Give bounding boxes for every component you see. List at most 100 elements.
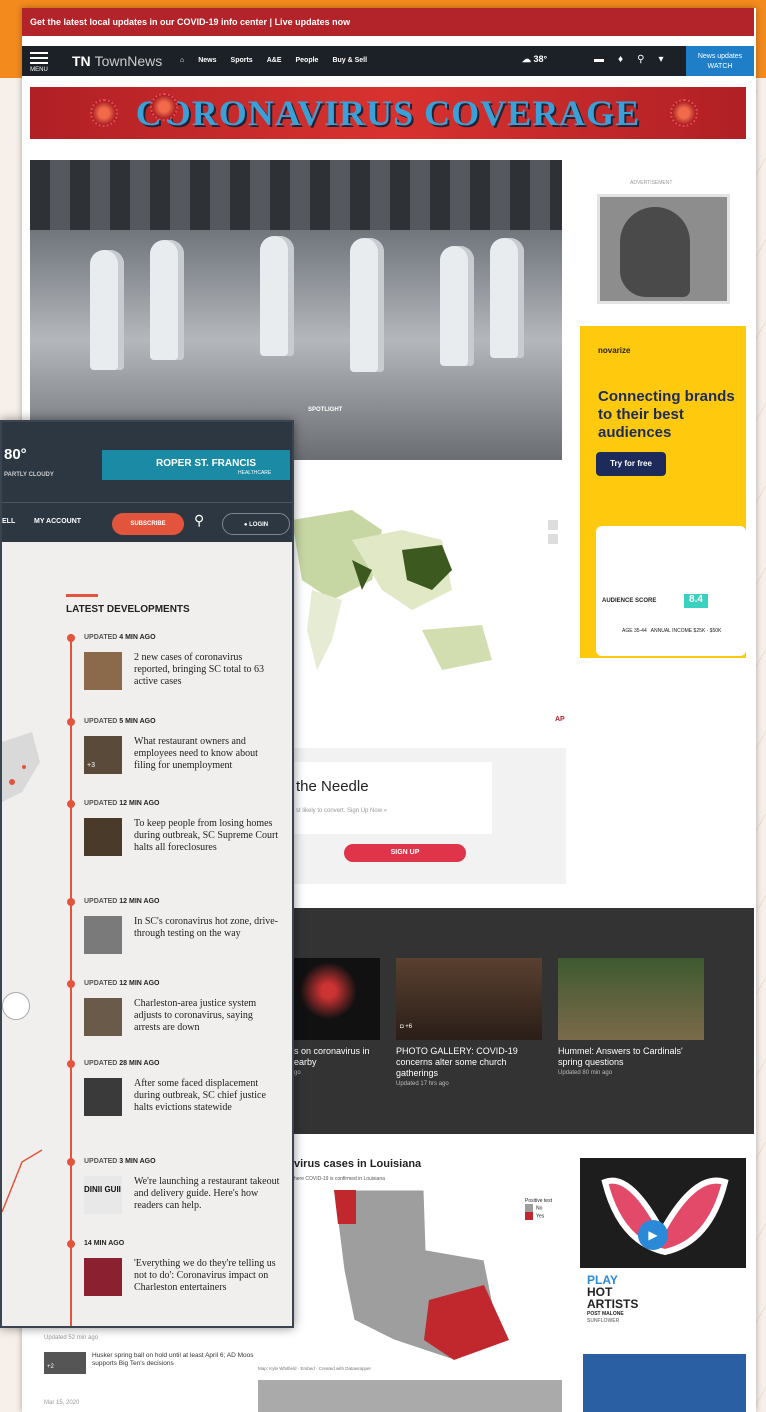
gallery-item-2[interactable]: PHOTO GALLERY: COVID-19 concerns alter s… [396,1046,546,1090]
gallery-item-1[interactable]: s on coronavirus in earby go [294,1046,384,1079]
timeline-headline[interactable]: In SC's coronavirus hot zone, drive-thro… [134,916,280,940]
covid-alert-bar[interactable]: Get the latest local updates in our COVI… [22,8,754,36]
list-headline[interactable]: Husker spring ball on hold until at leas… [92,1352,262,1368]
bottom-image[interactable] [258,1380,562,1412]
sponsor-sub: HEALTHCARE [238,470,272,476]
bell-icon[interactable]: ♦ [618,54,623,65]
gallery-thumb-virus[interactable] [294,958,380,1040]
subscribe-button[interactable]: SUBSCRIBE [112,513,184,535]
menu-button[interactable]: MENU [30,52,48,73]
timeline-headline[interactable]: We're launching a restaurant takeout and… [134,1176,280,1212]
needle-ad[interactable]: the Needle st likely to convert. Sign Up… [292,748,566,884]
trend-line [2,1149,43,1213]
timeline-headline[interactable]: 'Everything we do they're telling us not… [134,1258,280,1294]
timeline-updated: 14 MIN AGO [84,1240,124,1247]
video-ad[interactable]: ▶ PLAY HOT ARTISTS POST MALONE SUNFLOWER [580,1158,746,1338]
timeline-headline[interactable]: 2 new cases of coronavirus reported, bri… [134,652,280,688]
timeline-updated: UPDATED 12 MIN AGO [84,800,159,807]
logo-mark: TN [72,53,91,69]
louisiana-map-subtitle: here COVID-19 is confirmed in Louisiana [294,1176,385,1182]
gallery-time: go [294,1070,301,1076]
virus-icon [150,93,178,121]
cart-icon[interactable]: ▾ [658,54,663,65]
bottom-right-ad[interactable] [583,1354,746,1412]
updated-prefix: UPDATED [84,634,120,641]
nav-buy-sell[interactable]: ELL [2,518,15,525]
watch-line1: News updates [697,53,743,60]
timeline-updated: UPDATED 3 MIN AGO [84,1158,156,1165]
timeline-thumb[interactable] [84,916,122,954]
timeline-updated: UPDATED 12 MIN AGO [84,898,159,905]
updated-prefix: UPDATED [84,1158,120,1165]
front-header: 80° PARTLY CLOUDY ROPER ST. FRANCIS HEAL… [2,422,292,502]
site-logo[interactable]: TN TownNews [72,53,162,69]
gallery-item-3[interactable]: Hummel: Answers to Cardinals' spring que… [558,1046,708,1079]
updated-time: 4 MIN AGO [119,634,156,641]
timeline-thumb[interactable] [84,818,122,856]
nav-link-news[interactable]: News [198,57,216,64]
sponsor-logo[interactable]: ROPER ST. FRANCIS HEALTHCARE [102,450,290,480]
search-icon[interactable]: ⚲ [637,54,644,65]
search-icon[interactable]: ⚲ [194,512,204,529]
play-icon[interactable]: ▶ [638,1220,668,1250]
nav-icons: ▬ ♦ ⚲ ▾ [572,54,663,65]
nav-link-buy-sell[interactable]: Buy & Sell [332,57,367,64]
gallery-thumb-baseball[interactable] [558,958,704,1040]
banner-title: CORONAVIRUS COVERAGE [135,93,641,133]
front-temp: 80° [4,446,27,463]
timeline-headline[interactable]: After some faced displacement during out… [134,1078,280,1114]
edition-icon[interactable]: ▬ [594,54,604,65]
timeline-dot [67,898,75,906]
hero-tag: SPOTLIGHT [308,407,343,413]
world-map[interactable] [292,500,562,680]
updated-time: 12 MIN AGO [119,898,160,905]
nav-link-people[interactable]: People [295,57,318,64]
watch-button[interactable]: News updates WATCH [686,46,754,76]
brain-ad[interactable] [597,194,730,304]
login-label: LOGIN [249,522,269,528]
video-ad-text: PLAY HOT ARTISTS POST MALONE SUNFLOWER [587,1273,639,1324]
coronavirus-banner[interactable]: CORONAVIRUS COVERAGE [30,87,746,139]
hero-image[interactable]: SPOTLIGHT [30,160,562,460]
updated-time: 3 MIN AGO [119,1158,156,1165]
sign-up-button[interactable]: SIGN UP [344,844,466,862]
gallery-caption: Hummel: Answers to Cardinals' spring que… [558,1046,683,1067]
nav-link-ae[interactable]: A&E [267,57,282,64]
try-free-button[interactable]: Try for free [596,452,666,476]
hero-ceiling [30,160,562,230]
virus-icon [90,99,118,127]
gallery-thumb-church[interactable] [396,958,542,1040]
timeline-thumb[interactable] [84,652,122,690]
front-nav: ELL MY ACCOUNT SUBSCRIBE ⚲ ● LOGIN [2,502,292,542]
login-button[interactable]: ● LOGIN [222,513,290,535]
timeline-thumb[interactable] [84,998,122,1036]
timeline-headline[interactable]: To keep people from losing homes during … [134,818,280,854]
timeline-thumb[interactable] [84,1258,122,1296]
front-condition: PARTLY CLOUDY [4,472,54,478]
louisiana-map[interactable] [334,1190,509,1360]
updated-prefix: UPDATED [84,718,120,725]
map-credit[interactable]: Map: Kyle Whitfield · Embed · Created wi… [258,1366,371,1371]
hamburger-icon [30,52,48,54]
timeline-dot [67,634,75,642]
my-account-link[interactable]: MY ACCOUNT [34,518,81,525]
timeline-headline[interactable]: What restaurant owners and employees nee… [134,736,280,772]
timeline-headline[interactable]: Charleston-area justice system adjusts t… [134,998,280,1034]
nav-links: ⌂ News Sports A&E People Buy & Sell [180,57,367,64]
sc-map-fragment [2,732,40,802]
louisiana-map-title: virus cases in Louisiana [294,1158,422,1170]
list-date: Mar 15, 2020 [44,1400,80,1406]
top-nav: MENU TN TownNews ⌂ News Sports A&E Peopl… [22,46,754,76]
user-icon: ● [243,522,248,528]
timeline-thumb[interactable]: DINII GUII [84,1176,122,1214]
timeline-thumb[interactable]: +3 [84,736,122,774]
home-icon[interactable]: ⌂ [180,57,184,64]
novarize-ad[interactable]: novarize Connecting brands to their best… [580,326,746,658]
gallery-time: Updated 80 min ago [558,1070,613,1076]
weather-widget[interactable]: ☁ 38° [522,54,547,65]
ad-brand: novarize [598,346,631,355]
timeline-thumb[interactable] [84,1078,122,1116]
nav-link-sports[interactable]: Sports [231,57,253,64]
list-thumb[interactable]: +2 [44,1352,86,1374]
updated-prefix: UPDATED [84,800,120,807]
